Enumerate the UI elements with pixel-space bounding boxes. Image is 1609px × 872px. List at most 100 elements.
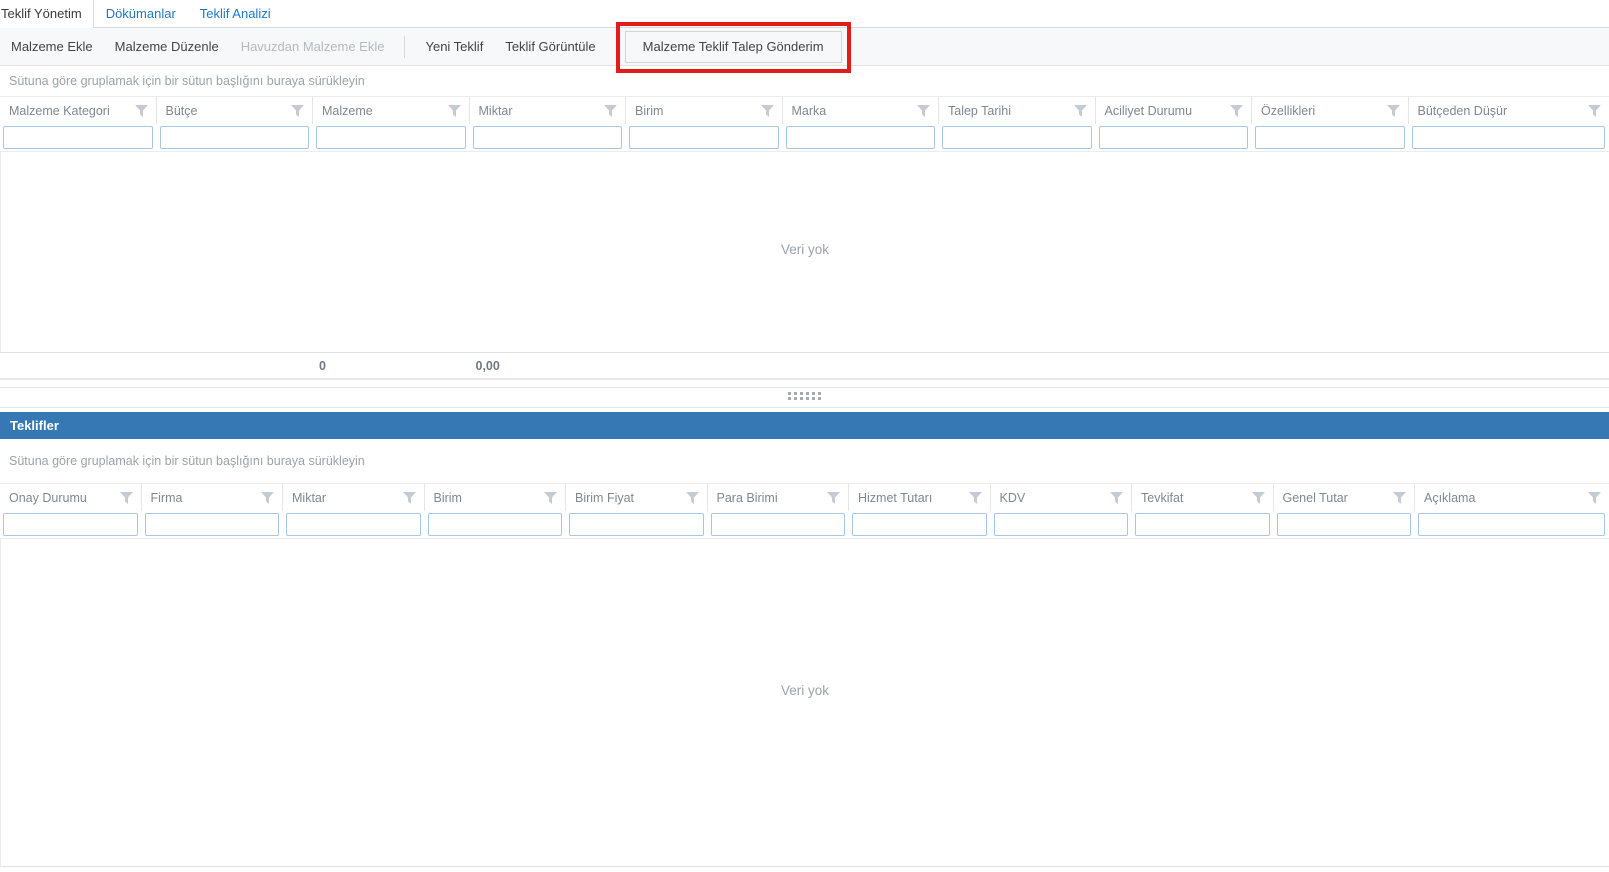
filter-icon[interactable] <box>685 491 699 504</box>
tab-dokumanlar[interactable]: Dökümanlar <box>94 0 188 27</box>
filter-icon[interactable] <box>827 491 840 504</box>
filter-icon[interactable] <box>261 491 274 504</box>
filter-input-birim[interactable] <box>629 126 779 149</box>
column-header-malzeme-kategori[interactable]: Malzeme Kategori <box>0 97 157 124</box>
filter-icon[interactable] <box>291 104 304 117</box>
filter-input-marka[interactable] <box>785 126 935 149</box>
column-header-firma[interactable]: Firma <box>142 484 283 511</box>
filter-input-talep-tarihi[interactable] <box>942 126 1092 149</box>
filter-input-butceden-dusur[interactable] <box>1411 126 1605 149</box>
column-header-label: Malzeme <box>322 103 373 118</box>
filter-input-aciklama[interactable] <box>1418 513 1605 536</box>
column-header-label: Miktar <box>292 490 327 505</box>
havuzdan-malzeme-ekle-button[interactable]: Havuzdan Malzeme Ekle <box>230 28 396 65</box>
filter-icon[interactable] <box>1251 491 1265 504</box>
column-header-miktar[interactable]: Miktar <box>470 97 626 124</box>
filter-icon[interactable] <box>604 104 617 117</box>
filter-input-ozellikleri[interactable] <box>1255 126 1405 149</box>
filter-input-miktar[interactable] <box>286 513 421 536</box>
filter-cell <box>0 511 142 538</box>
teklif-goruntule-button[interactable]: Teklif Görüntüle <box>494 28 606 65</box>
column-header-aciliyet-durumu[interactable]: Aciliyet Durumu <box>1096 97 1252 124</box>
group-by-panel[interactable]: Sütuna göre gruplamak için bir sütun baş… <box>0 439 1609 483</box>
filter-input-para-birimi[interactable] <box>710 513 845 536</box>
teklifler-grid-header-row: Onay Durumu Firma Miktar Birim Birim Fiyat Pa… <box>0 483 1609 511</box>
filter-icon[interactable] <box>1073 104 1087 117</box>
filter-input-birim[interactable] <box>427 513 562 536</box>
column-header-label: Birim <box>635 103 664 118</box>
filter-icon[interactable] <box>119 491 133 504</box>
filter-icon[interactable] <box>544 491 557 504</box>
main-tabs: Teklif Yönetim Dökümanlar Teklif Analizi <box>0 0 1609 28</box>
column-header-tevkifat[interactable]: Tevkifat <box>1132 484 1274 511</box>
filter-icon[interactable] <box>402 491 416 504</box>
filter-input-malzeme-kategori[interactable] <box>3 126 153 149</box>
malzeme-ekle-button[interactable]: Malzeme Ekle <box>0 28 104 65</box>
column-header-aciklama[interactable]: Açıklama <box>1415 484 1609 511</box>
column-header-talep-tarihi[interactable]: Talep Tarihi <box>939 97 1096 124</box>
column-header-kdv[interactable]: KDV <box>991 484 1132 511</box>
filter-input-aciliyet-durumu[interactable] <box>1098 126 1248 149</box>
column-header-label: Aciliyet Durumu <box>1104 103 1193 118</box>
filter-input-hizmet-tutari[interactable] <box>852 513 987 536</box>
column-header-malzeme[interactable]: Malzeme <box>313 97 470 124</box>
filter-cell <box>283 511 425 538</box>
filter-icon[interactable] <box>1588 491 1601 504</box>
column-header-butceden-dusur[interactable]: Bütçeden Düşür <box>1409 97 1609 124</box>
column-header-label: Onay Durumu <box>9 490 87 505</box>
filter-cell <box>1415 511 1609 538</box>
column-header-hizmet-tutari[interactable]: Hizmet Tutarı <box>849 484 991 511</box>
empty-data-message: Veri yok <box>780 242 830 257</box>
filter-icon[interactable] <box>1588 104 1601 117</box>
filter-icon[interactable] <box>447 104 461 117</box>
filter-cell <box>939 124 1096 151</box>
filter-cell <box>1409 124 1609 151</box>
filter-icon[interactable] <box>134 104 148 117</box>
filter-input-birim-fiyat[interactable] <box>569 513 704 536</box>
column-header-birim[interactable]: Birim <box>425 484 566 511</box>
column-header-genel-tutar[interactable]: Genel Tutar <box>1274 484 1415 511</box>
malzeme-duzenle-button[interactable]: Malzeme Düzenle <box>104 28 230 65</box>
filter-icon[interactable] <box>917 104 930 117</box>
filter-icon[interactable] <box>968 491 982 504</box>
column-header-label: Talep Tarihi <box>948 103 1012 118</box>
filter-input-kdv[interactable] <box>993 513 1128 536</box>
horizontal-splitter[interactable] <box>0 379 1609 412</box>
column-header-label: Bütçeden Düşür <box>1417 103 1508 118</box>
column-header-butce[interactable]: Bütçe <box>157 97 313 124</box>
column-header-label: Miktar <box>478 103 513 118</box>
column-header-label: Özellikleri <box>1261 103 1316 118</box>
column-header-label: Birim Fiyat <box>575 490 635 505</box>
app-window: Teklif Yönetim Dökümanlar Teklif Analizi… <box>0 0 1609 872</box>
filter-input-butce[interactable] <box>159 126 309 149</box>
column-header-onay-durumu[interactable]: Onay Durumu <box>0 484 142 511</box>
column-header-miktar[interactable]: Miktar <box>283 484 425 511</box>
filter-cell <box>1274 511 1416 538</box>
column-header-label: Hizmet Tutarı <box>858 490 933 505</box>
filter-input-genel-tutar[interactable] <box>1276 513 1411 536</box>
filter-icon[interactable] <box>1386 104 1400 117</box>
column-header-para-birimi[interactable]: Para Birimi <box>708 484 849 511</box>
empty-data-message: Veri yok <box>780 682 830 698</box>
filter-input-onay-durumu[interactable] <box>3 513 138 536</box>
filter-input-firma[interactable] <box>144 513 279 536</box>
filter-icon[interactable] <box>1110 491 1123 504</box>
malzeme-grid-body: Veri yok <box>0 152 1609 352</box>
tab-teklif-yonetim[interactable]: Teklif Yönetim <box>0 0 94 28</box>
yeni-teklif-button[interactable]: Yeni Teklif <box>414 28 494 65</box>
group-by-panel[interactable]: Sütuna göre gruplamak için bir sütun baş… <box>0 66 1609 96</box>
filter-icon[interactable] <box>1230 104 1243 117</box>
filter-input-malzeme[interactable] <box>316 126 466 149</box>
tab-teklif-analizi[interactable]: Teklif Analizi <box>188 0 283 27</box>
filter-icon[interactable] <box>1393 491 1406 504</box>
column-header-marka[interactable]: Marka <box>783 97 939 124</box>
malzeme-teklif-talep-gonderim-button[interactable]: Malzeme Teklif Talep Gönderim <box>615 21 851 73</box>
column-header-label: KDV <box>999 490 1026 505</box>
filter-input-tevkifat[interactable] <box>1135 513 1270 536</box>
column-header-ozellikleri[interactable]: Özellikleri <box>1252 97 1409 124</box>
filter-input-miktar[interactable] <box>472 126 622 149</box>
column-header-birim-fiyat[interactable]: Birim Fiyat <box>566 484 708 511</box>
filter-icon[interactable] <box>760 104 774 117</box>
column-header-birim[interactable]: Birim <box>626 97 783 124</box>
filter-cell <box>470 124 627 151</box>
